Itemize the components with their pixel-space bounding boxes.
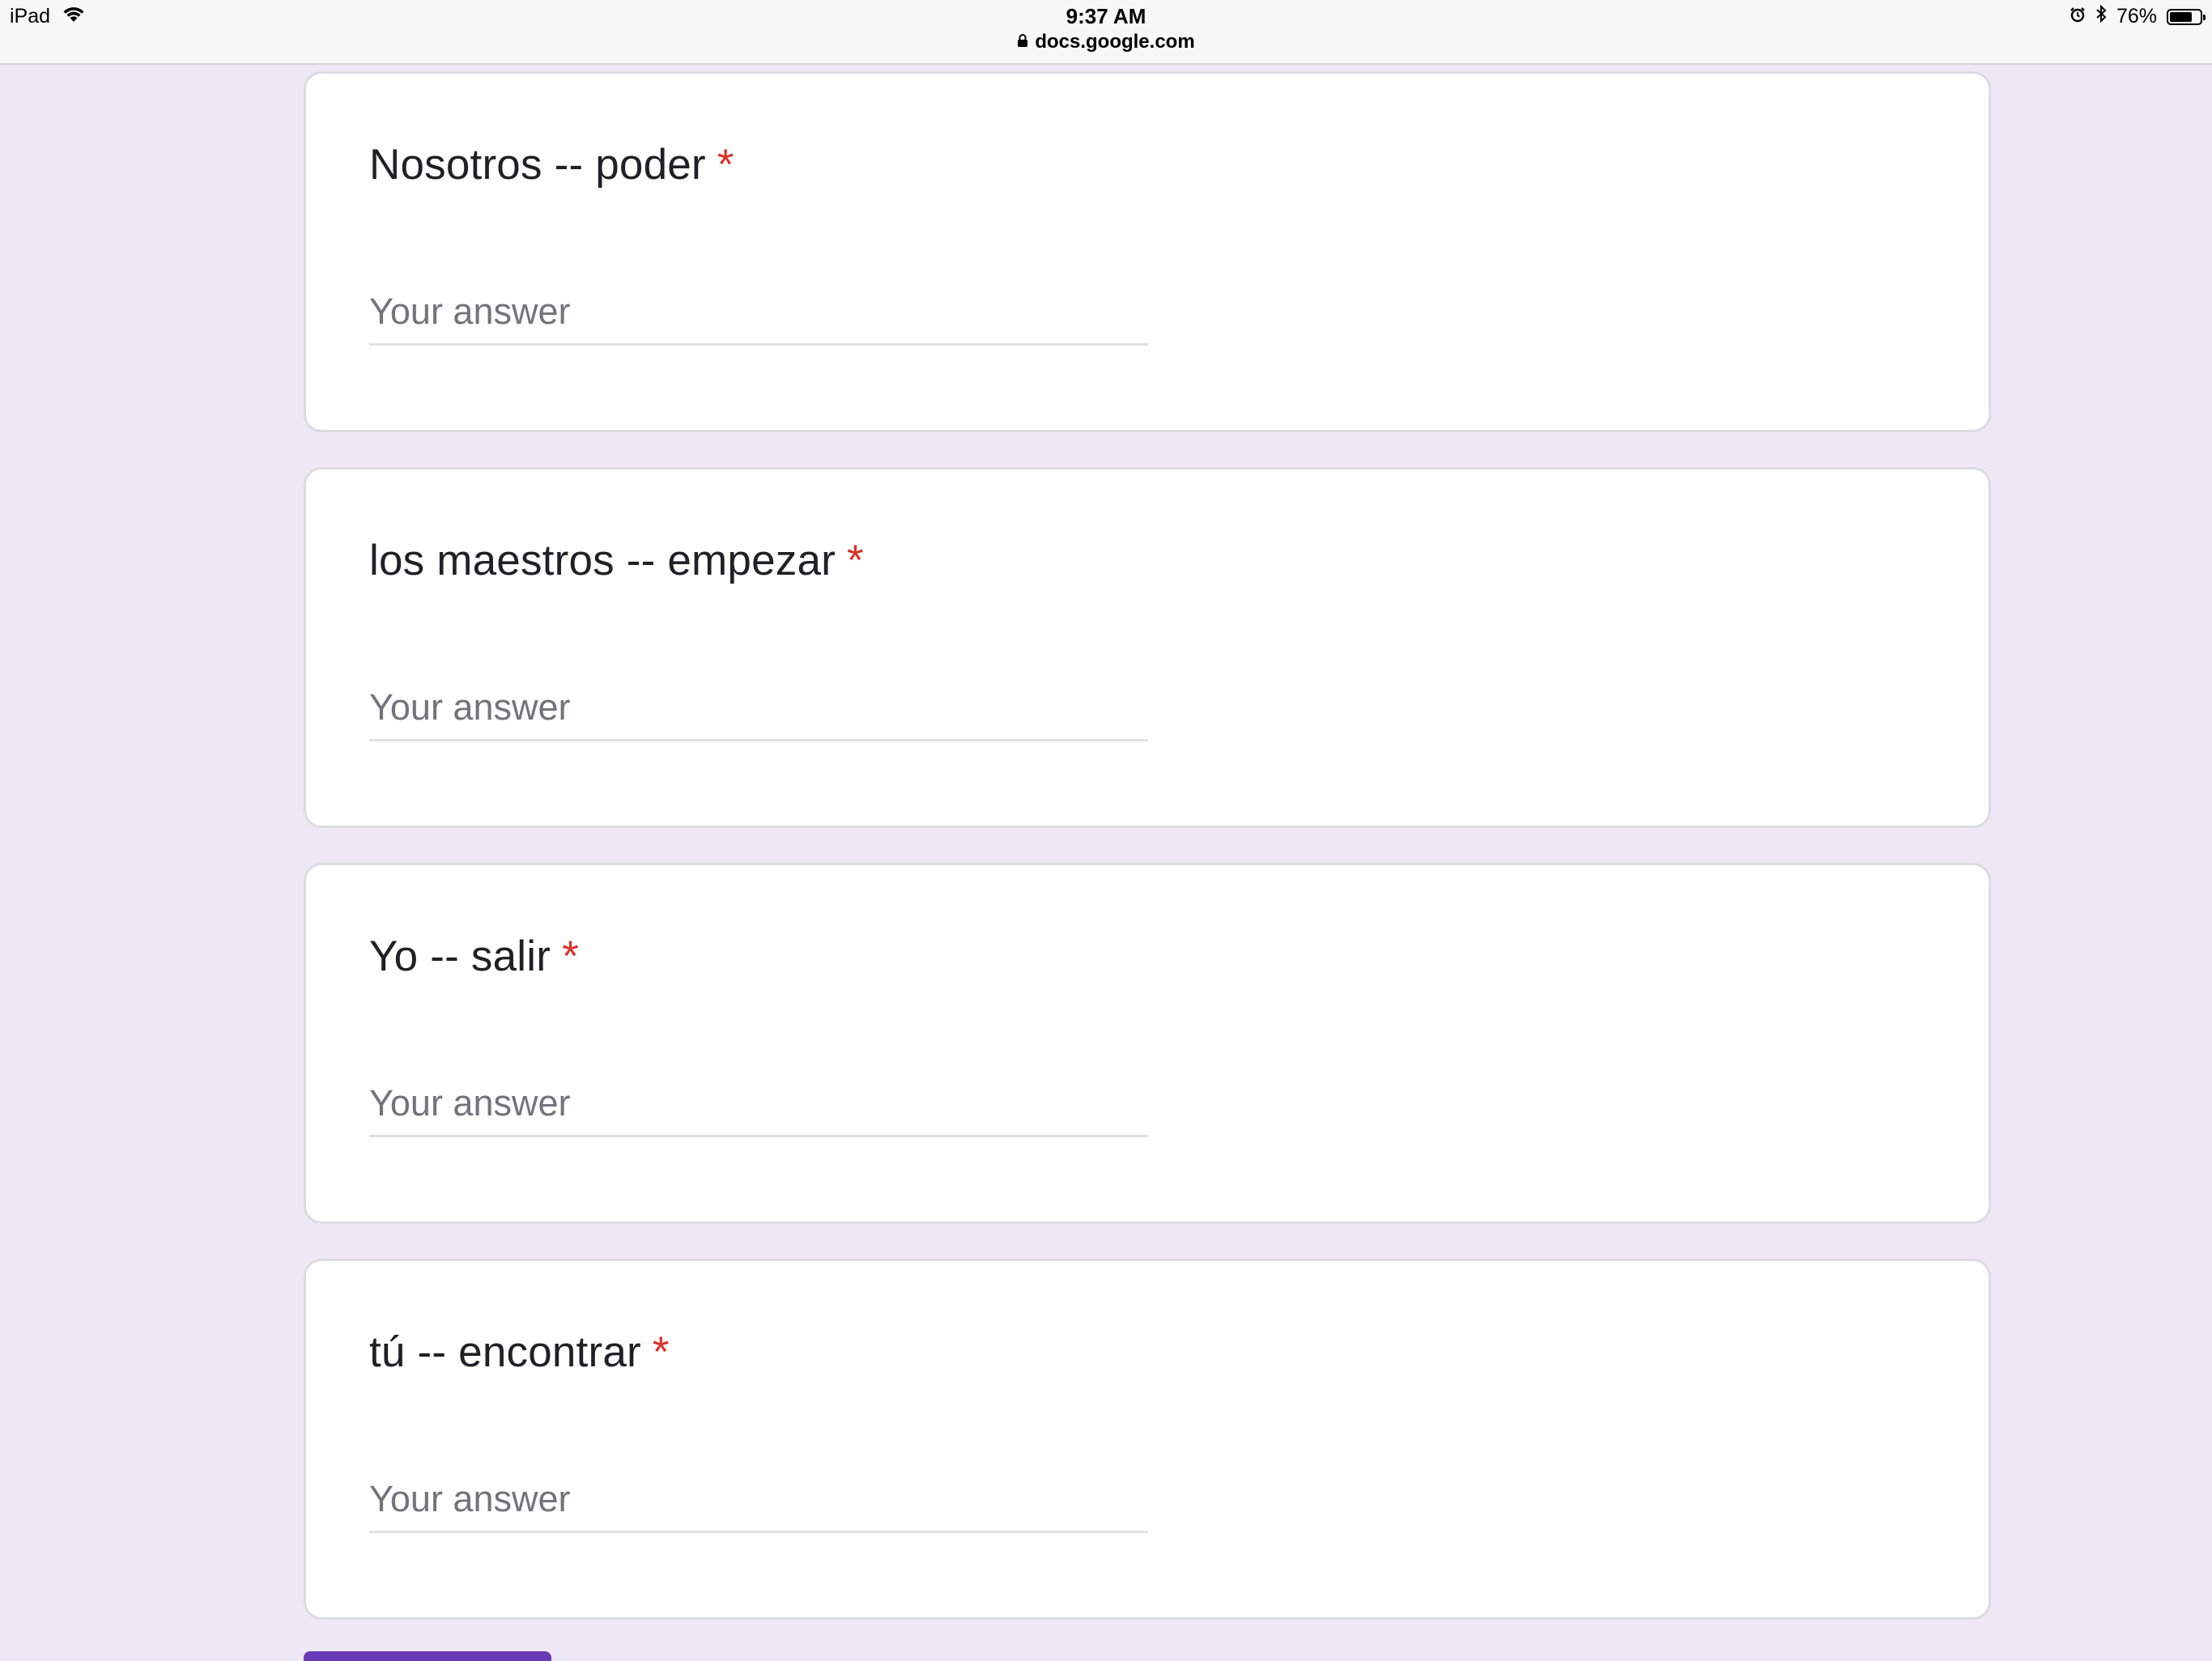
question-text: Yo -- salir — [369, 932, 551, 980]
question-title: los maestros -- empezar * — [369, 536, 864, 585]
question-title: Nosotros -- poder * — [369, 140, 734, 189]
required-asterisk: * — [717, 141, 734, 189]
clock: 9:37 AM — [1066, 4, 1146, 28]
battery-level-fill — [2170, 11, 2193, 22]
battery-icon — [2167, 8, 2206, 25]
status-bar-center: 9:37 AM docs.google.com — [0, 3, 2212, 55]
status-bar-right: 76% — [2069, 4, 2206, 28]
address-bar[interactable]: docs.google.com — [1017, 29, 1195, 55]
required-asterisk: * — [846, 537, 864, 584]
submit-button[interactable] — [304, 1651, 551, 1661]
question-text: los maestros -- empezar — [369, 537, 836, 584]
question-text: Nosotros -- poder — [369, 141, 706, 189]
question-card: Yo -- salir * — [304, 863, 1991, 1224]
url-text: docs.google.com — [1035, 31, 1195, 53]
status-bar: iPad 9:37 AM docs.google.com 76% — [0, 0, 2212, 65]
answer-input[interactable] — [369, 1468, 1148, 1533]
battery-percent: 76% — [2116, 5, 2157, 28]
question-text: tú -- encontrar — [369, 1328, 641, 1376]
required-asterisk: * — [562, 932, 579, 980]
answer-input[interactable] — [369, 676, 1148, 741]
question-card: tú -- encontrar * — [304, 1259, 1991, 1620]
required-asterisk: * — [652, 1328, 670, 1376]
question-card: los maestros -- empezar * — [304, 467, 1991, 828]
battery-tip — [2203, 14, 2206, 20]
answer-input[interactable] — [369, 1072, 1148, 1137]
form-body: Nosotros -- poder* los maestros -- empez… — [304, 71, 1991, 1655]
question-title: tú -- encontrar * — [369, 1328, 670, 1377]
question-title: Yo -- salir * — [369, 932, 579, 981]
question-card: Nosotros -- poder * — [304, 71, 1991, 432]
bluetooth-icon — [2095, 4, 2107, 28]
lock-icon — [1017, 29, 1028, 55]
answer-input[interactable] — [369, 280, 1148, 346]
alarm-icon — [2069, 5, 2086, 28]
